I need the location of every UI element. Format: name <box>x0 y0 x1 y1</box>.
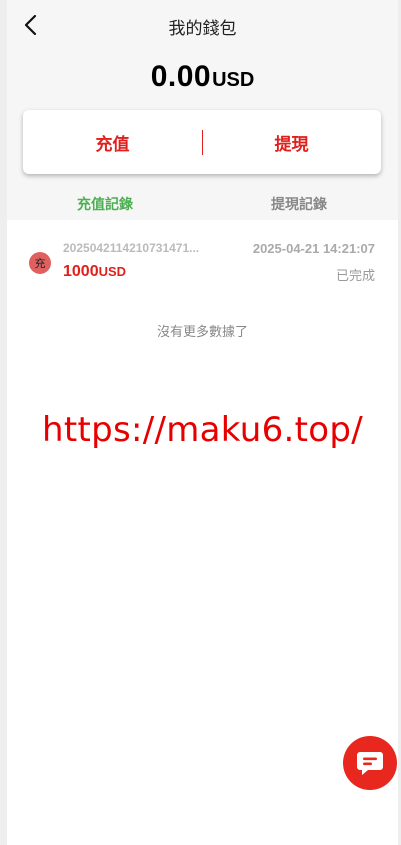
tab-deposit-records[interactable]: 充值記錄 <box>77 194 133 214</box>
record-status: 已完成 <box>335 268 375 283</box>
balance-currency: USD <box>212 69 255 91</box>
record-amount: 1000USD <box>63 263 126 281</box>
record-amount-value: 1000 <box>63 263 99 280</box>
balance-display: 0.00USD <box>7 60 398 94</box>
wallet-action-card: 充值 提現 <box>23 110 381 174</box>
record-time: 2025-04-21 14:21:07 <box>252 241 375 256</box>
deposit-type-icon: 充 <box>29 252 51 274</box>
chat-button[interactable] <box>343 736 397 790</box>
list-item[interactable]: 充 2025042114210731471... 1000USD 2025-04… <box>7 232 398 292</box>
record-amount-currency: USD <box>98 264 127 279</box>
list-end-text: 沒有更多數據了 <box>156 324 248 339</box>
record-id: 2025042114210731471... <box>63 241 200 255</box>
page-title: 我的錢包 <box>168 19 237 38</box>
tab-withdraw-records[interactable]: 提現記錄 <box>271 194 327 214</box>
watermark-url: https://maku6.top/ <box>41 410 364 450</box>
chat-bubble-icon <box>357 752 383 775</box>
withdraw-button[interactable]: 提現 <box>202 110 381 174</box>
record-tabs: 充值記錄 提現記錄 <box>7 182 398 220</box>
app-frame: 我的錢包 0.00USD 充值 提現 充值記錄 提現記錄 充 202504211… <box>7 0 398 845</box>
balance-amount: 0.00 <box>150 60 212 93</box>
nav-bar: 我的錢包 <box>7 0 398 50</box>
wallet-header-area: 我的錢包 0.00USD 充值 提現 充值記錄 提現記錄 <box>7 0 398 220</box>
deposit-button[interactable]: 充值 <box>23 110 202 174</box>
